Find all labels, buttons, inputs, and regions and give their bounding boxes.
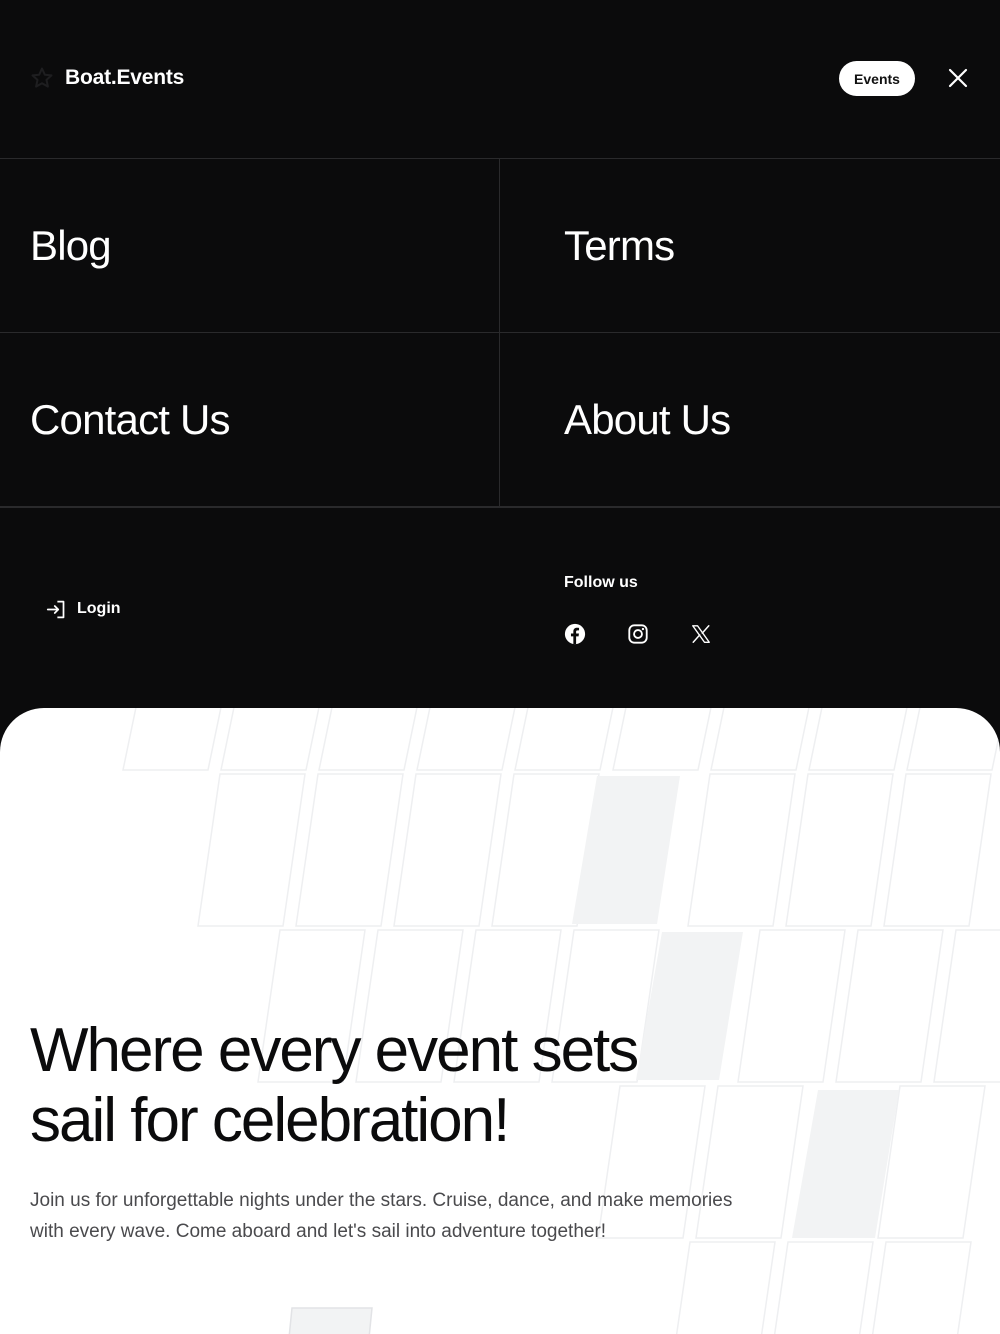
menu-item-label: About Us (564, 395, 731, 443)
hero-title-line: sail for celebration! (30, 1086, 510, 1155)
close-menu-button[interactable] (945, 65, 971, 91)
star-icon (31, 67, 53, 88)
menu-item-label: Blog (30, 221, 112, 269)
facebook-link[interactable] (563, 622, 587, 646)
login-icon (46, 600, 65, 618)
menu-item-contact-us[interactable]: Contact Us (0, 333, 499, 506)
instagram-icon (628, 624, 648, 644)
hero-subtitle: Join us for unforgettable nights under t… (30, 1185, 790, 1247)
x-link[interactable] (689, 622, 713, 646)
close-icon (948, 68, 968, 88)
events-button[interactable]: Events (839, 61, 915, 96)
x-icon (692, 625, 710, 643)
hero-section: Where every event sets sail for celebrat… (0, 708, 1000, 1334)
divider (0, 506, 1000, 508)
brand-name: Boat.Events (65, 66, 185, 89)
facebook-icon (564, 623, 586, 645)
follow-us-heading: Follow us (564, 574, 638, 591)
instagram-link[interactable] (626, 622, 650, 646)
menu-item-about-us[interactable]: About Us (500, 333, 1000, 506)
menu-item-blog[interactable]: Blog (0, 159, 499, 332)
hero-title-line: Where every event sets (30, 1016, 639, 1085)
hero-subtitle-line: Join us for unforgettable nights under t… (30, 1190, 733, 1211)
top-bar: Boat.Events Events (0, 0, 1000, 158)
menu-item-terms[interactable]: Terms (500, 159, 1000, 332)
hero-title: Where every event sets sail for celebrat… (30, 1016, 750, 1156)
brand-logo[interactable]: Boat.Events (30, 64, 184, 92)
login-label: Login (77, 600, 121, 617)
hero-subtitle-line: with every wave. Come aboard and let's s… (30, 1221, 607, 1242)
menu-item-label: Contact Us (30, 395, 231, 443)
login-link[interactable]: Login (46, 597, 121, 621)
menu-item-label: Terms (564, 221, 675, 269)
